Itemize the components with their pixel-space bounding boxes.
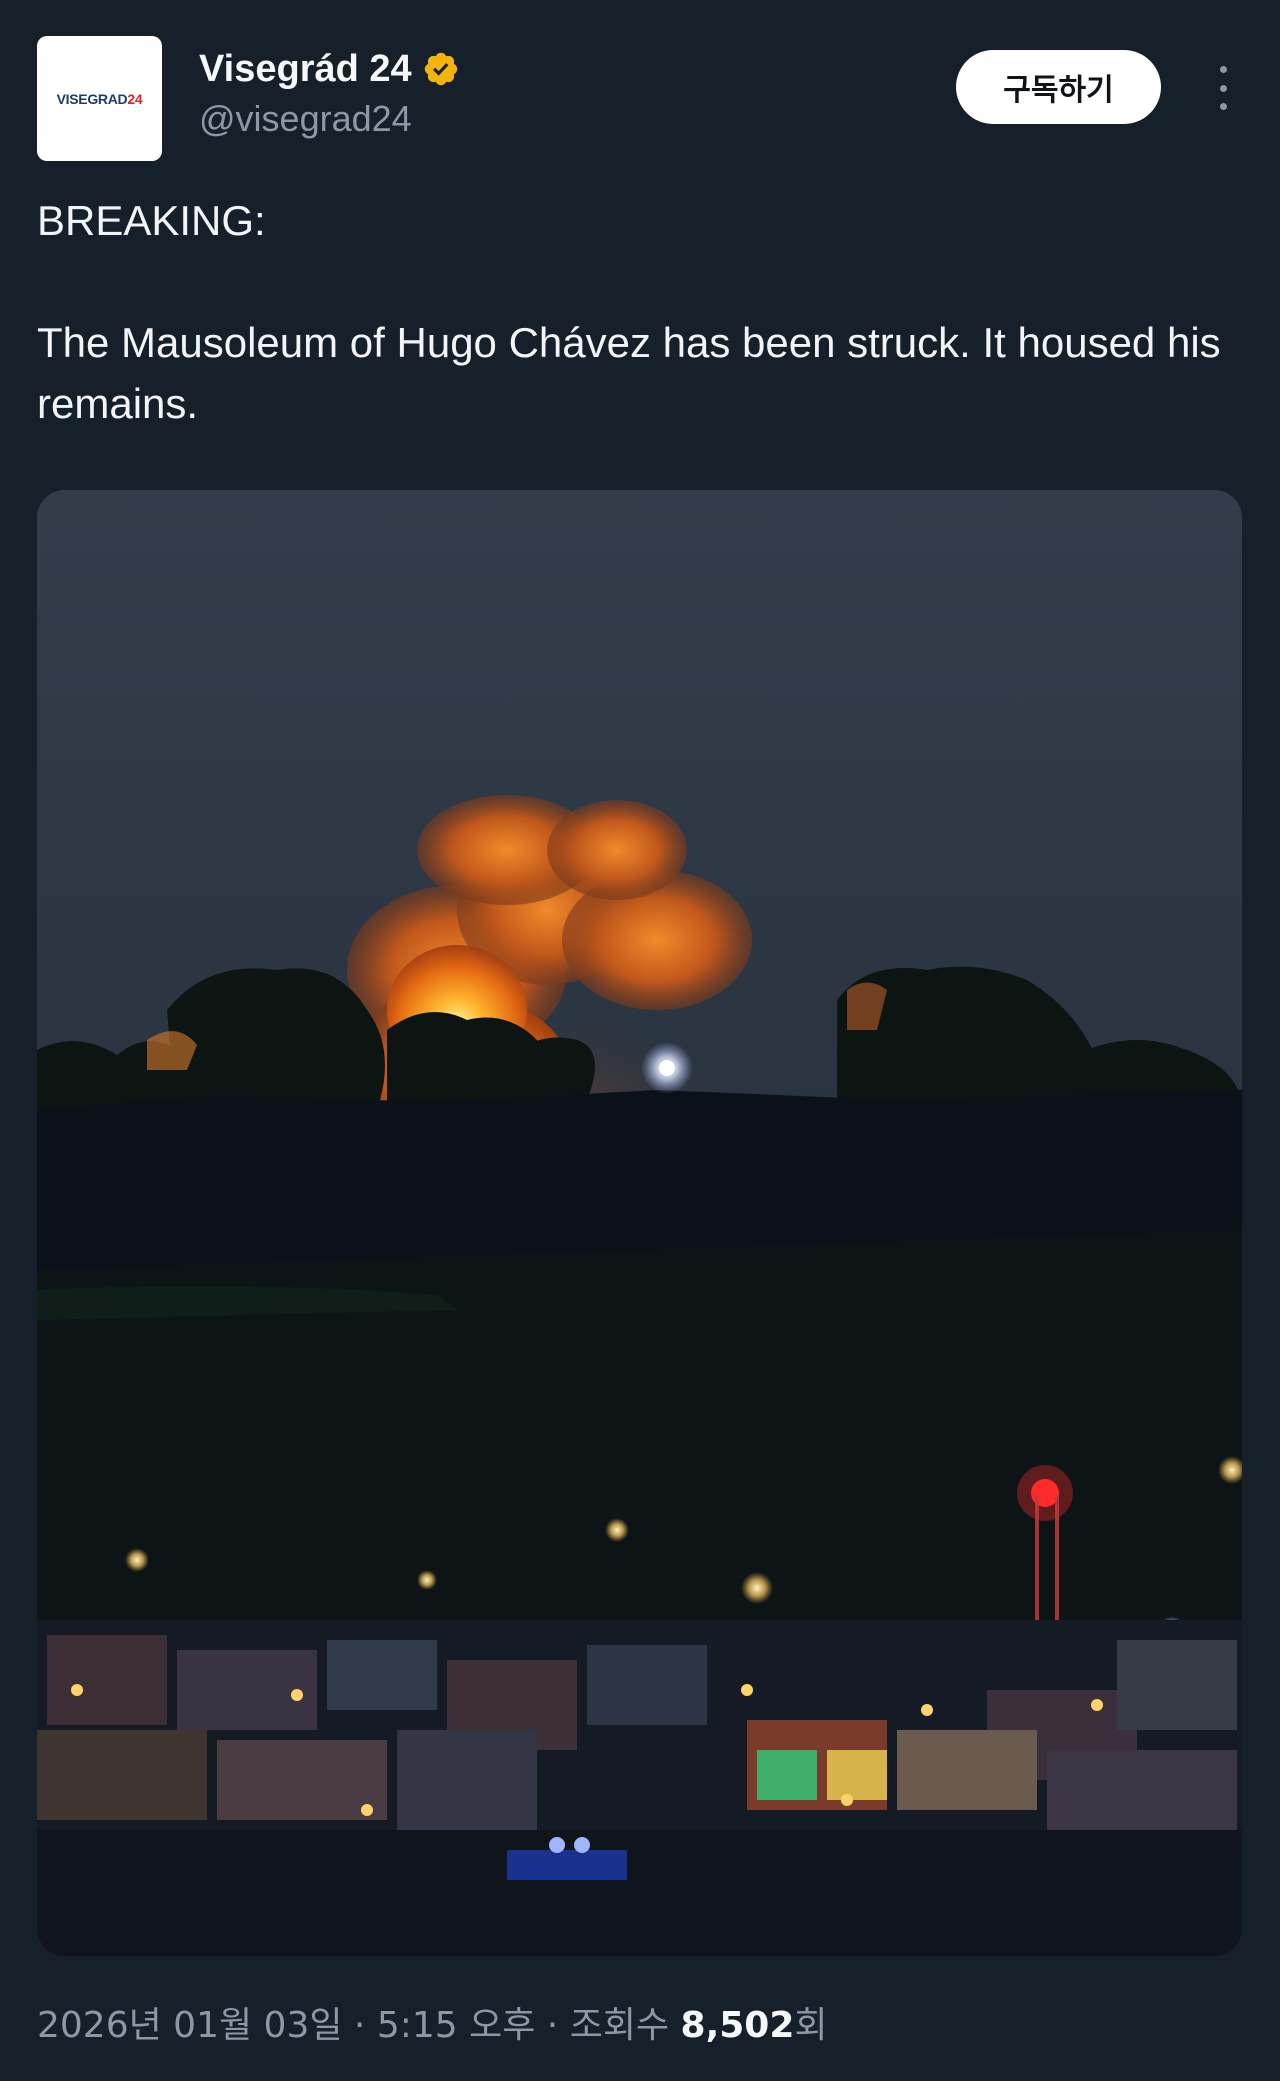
separator: · — [535, 2005, 570, 2046]
post-line-body: The Mausoleum of Hugo Chávez has been st… — [37, 319, 1221, 427]
city — [37, 1620, 1242, 1956]
post-meta: 2026년 01월 03일 · 5:15 오후 · 조회수 8,502회 — [37, 1996, 828, 2048]
post-text: BREAKING: The Mausoleum of Hugo Chávez h… — [37, 190, 1237, 434]
subscribe-button[interactable]: 구독하기 — [956, 50, 1161, 124]
verified-badge-icon — [424, 52, 457, 86]
post-photo[interactable] — [37, 490, 1242, 1956]
separator: · — [342, 2005, 377, 2046]
views-count: 8,502 — [680, 2005, 795, 2046]
night-fire-photo — [37, 490, 1242, 1956]
more-dot — [1219, 84, 1227, 92]
views-label: 조회수 — [569, 2005, 681, 2046]
more-dot — [1219, 103, 1227, 110]
post-header: VISEGRAD24 Visegrád 24 @visegrad24 구독하기 — [37, 36, 1243, 163]
post-line-breaking: BREAKING: — [37, 197, 266, 244]
post-date[interactable]: 2026년 01월 03일 — [37, 2005, 342, 2046]
handle[interactable]: @visegrad24 — [199, 98, 460, 140]
post-time[interactable]: 5:15 오후 — [377, 2005, 536, 2046]
more-dot — [1219, 66, 1227, 73]
display-name[interactable]: Visegrád 24 — [199, 48, 412, 91]
avatar-logo: VISEGRAD24 — [56, 90, 143, 107]
views-suffix: 회 — [794, 2005, 828, 2046]
display-name-row: Visegrád 24 — [199, 46, 460, 92]
author-block[interactable]: Visegrád 24 @visegrad24 — [199, 46, 460, 140]
more-vertical-icon[interactable] — [1203, 66, 1243, 110]
avatar[interactable]: VISEGRAD24 — [37, 36, 162, 161]
